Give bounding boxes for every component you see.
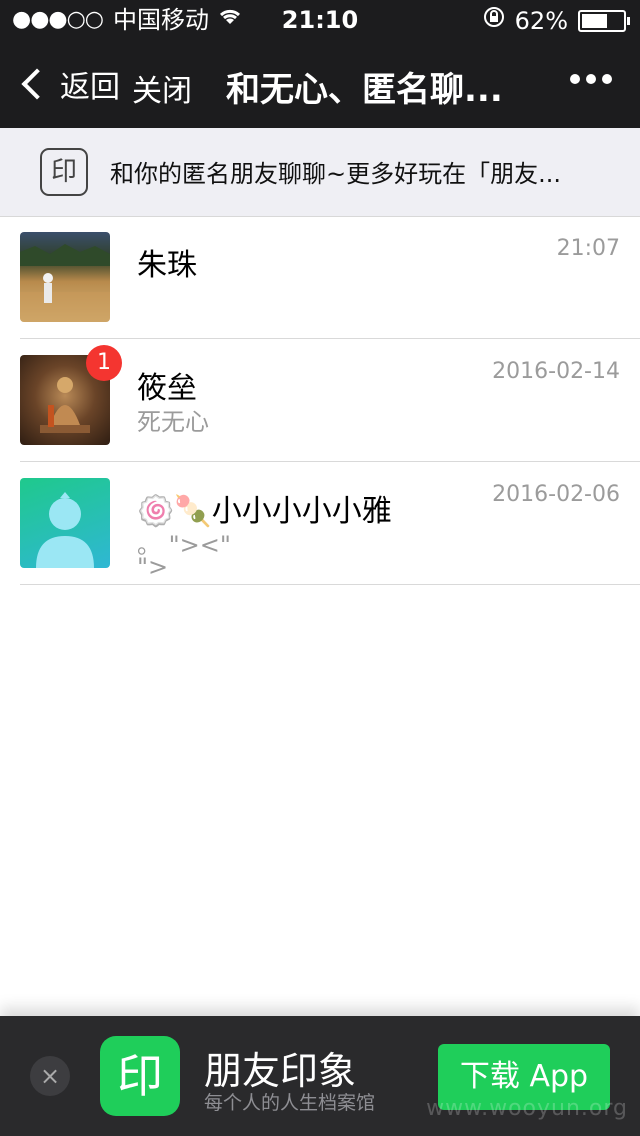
chat-preview: 。 "><" "> — [137, 531, 231, 581]
promo-banner[interactable]: 印 和你的匿名朋友聊聊~更多好玩在「朋友... — [0, 128, 640, 217]
avatar — [20, 478, 110, 568]
chat-time: 2016-02-14 — [492, 359, 620, 384]
chat-time: 21:07 — [556, 236, 620, 261]
battery-percent: 62% — [514, 7, 568, 35]
chat-name: 🍥🍡小小小小小雅 — [137, 494, 392, 529]
chat-preview: 死无心 — [137, 408, 209, 436]
app-tagline: 每个人的人生档案馆 — [204, 1092, 376, 1114]
chat-row[interactable]: 1 筱垒 2016-02-14 死无心 — [20, 339, 640, 462]
chat-time: 2016-02-06 — [492, 482, 620, 507]
unread-badge: 1 — [86, 345, 122, 381]
chat-row[interactable]: 朱珠 21:07 — [20, 216, 640, 339]
app-name: 朋友印象 — [204, 1049, 357, 1093]
chevron-left-icon — [21, 68, 53, 100]
chat-name: 朱珠 — [137, 248, 197, 283]
chat-list: 朱珠 21:07 1 筱垒 2016-02-14 死无心 🍥🍡小小小小小雅 20… — [0, 216, 640, 585]
status-bar: ●●●○○ 中国移动 21:10 62% — [0, 0, 640, 40]
status-right: 62% — [483, 6, 630, 36]
chat-name: 筱垒 — [137, 371, 197, 406]
avatar — [20, 232, 110, 322]
app-stamp-icon: 印 — [40, 148, 88, 196]
banner-text: 和你的匿名朋友聊聊~更多好玩在「朋友... — [110, 160, 561, 188]
close-button[interactable]: 关闭 — [132, 66, 192, 110]
back-button[interactable]: 返回 — [20, 62, 120, 106]
rotation-lock-icon — [483, 6, 505, 36]
battery-icon — [578, 10, 630, 32]
app-logo-icon: 印 — [100, 1036, 180, 1116]
close-icon[interactable]: × — [30, 1056, 70, 1096]
chat-row[interactable]: 🍥🍡小小小小小雅 2016-02-06 。 "><" "> — [20, 462, 640, 585]
more-options-icon[interactable] — [564, 74, 612, 84]
page-title: 和无心、匿名聊... — [226, 70, 503, 110]
watermark: www.wooyun.org — [426, 1096, 628, 1121]
nav-bar: 返回 关闭 和无心、匿名聊... — [0, 40, 640, 128]
app-download-bar: × 印 朋友印象 每个人的人生档案馆 下载 App www.wooyun.org — [0, 1016, 640, 1136]
back-label: 返回 — [60, 70, 120, 105]
